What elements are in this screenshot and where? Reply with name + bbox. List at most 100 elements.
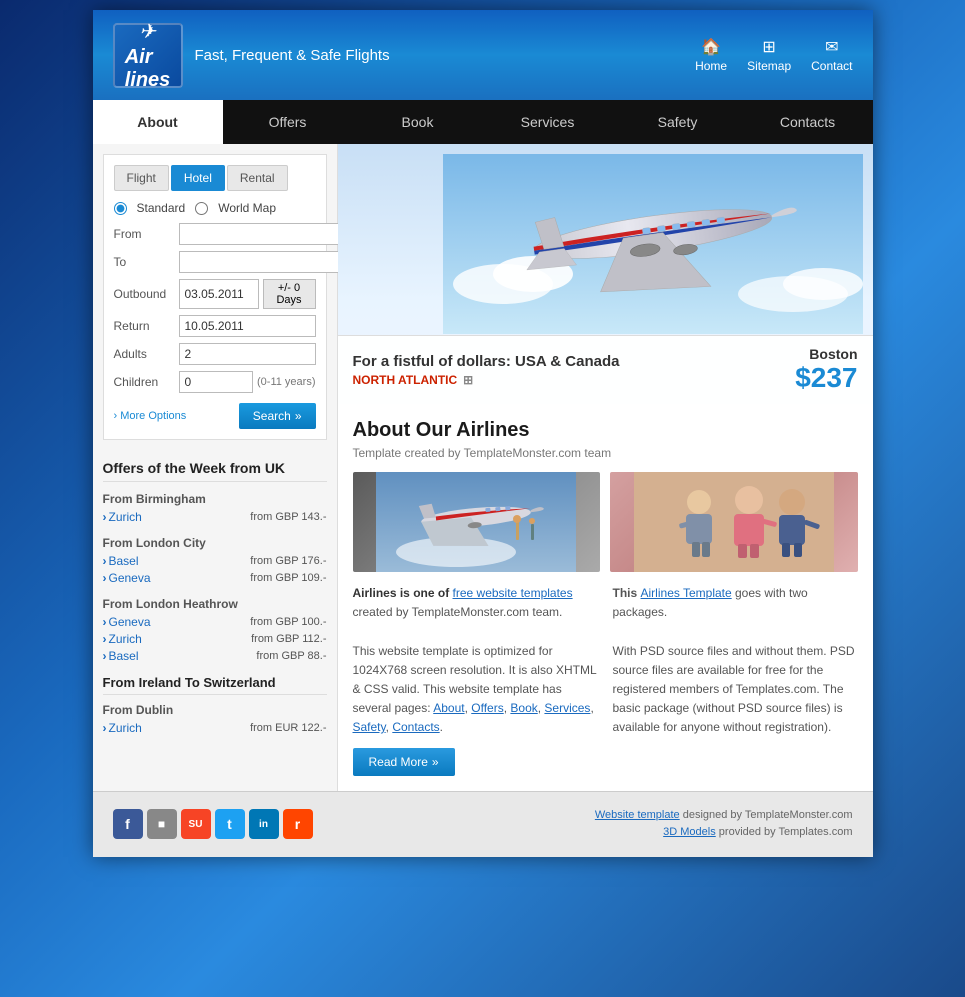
tab-hotel[interactable]: Hotel — [171, 165, 225, 191]
from-input[interactable] — [179, 223, 346, 245]
sitemap-nav-item[interactable]: ⊞ Sitemap — [747, 37, 791, 73]
website-template-link[interactable]: Website template — [595, 809, 680, 821]
about-right-text: This Airlines Template goes with two pac… — [613, 584, 858, 776]
offer-row: Zurich from GBP 112.- — [103, 632, 327, 646]
offer-zurich-link1[interactable]: Zurich — [103, 510, 142, 524]
read-more-button[interactable]: Read More » — [353, 748, 455, 776]
return-input[interactable] — [179, 315, 316, 337]
offers-section: Offers of the Week from UK From Birmingh… — [93, 450, 337, 757]
hero-section: For a fistful of dollars: USA & Canada N… — [338, 144, 873, 404]
offers-group-dublin-title: From Dublin — [103, 703, 327, 717]
nav-services[interactable]: Services — [483, 100, 613, 144]
about-image-people — [610, 472, 858, 572]
hero-plane-container — [338, 144, 873, 344]
hero-subtitle: NORTH ATLANTIC ⊞ — [353, 373, 620, 387]
offers-title: Offers of the Week from UK — [103, 460, 327, 482]
offer-basel-price2: from GBP 88.- — [256, 650, 326, 662]
adults-row: Adults — [114, 343, 316, 365]
offers-group-birmingham-title: From Birmingham — [103, 492, 327, 506]
outbound-label: Outbound — [114, 287, 179, 301]
about-title: About Our Airlines — [353, 419, 858, 442]
header: ✈ Air lines Fast, Frequent & Safe Flight… — [93, 10, 873, 100]
offer-zurich-link2[interactable]: Zurich — [103, 632, 142, 646]
radio-standard[interactable] — [114, 202, 127, 215]
free-templates-link[interactable]: free website templates — [453, 586, 573, 600]
hero-banner-left: For a fistful of dollars: USA & Canada N… — [353, 353, 620, 387]
left-panel: Flight Hotel Rental Standard World Map F… — [93, 144, 338, 791]
search-footer: › More Options Search » — [114, 403, 316, 429]
home-icon: 🏠 — [701, 37, 721, 57]
offers-link[interactable]: Offers — [471, 701, 503, 715]
facebook-icon[interactable]: f — [113, 809, 143, 839]
offer-row: Basel from GBP 176.- — [103, 554, 327, 568]
logo-box: ✈ Air lines — [113, 23, 183, 88]
expand-icon: ⊞ — [463, 373, 473, 387]
3d-models-link[interactable]: 3D Models — [663, 826, 716, 838]
nav-book[interactable]: Book — [353, 100, 483, 144]
contacts-link[interactable]: Contacts — [392, 720, 439, 734]
nav-safety[interactable]: Safety — [613, 100, 743, 144]
hero-banner-right: Boston $237 — [795, 346, 857, 394]
services-link[interactable]: Services — [544, 701, 590, 715]
offers-group-london-city: From London City Basel from GBP 176.- Ge… — [103, 536, 327, 585]
tab-rental[interactable]: Rental — [227, 165, 288, 191]
linkedin-icon[interactable]: in — [249, 809, 279, 839]
about-left-bold: Airlines is one of — [353, 586, 453, 600]
adults-label: Adults — [114, 347, 179, 361]
people-image-placeholder — [610, 472, 858, 572]
offer-geneva-price2: from GBP 100.- — [250, 616, 326, 628]
header-nav: 🏠 Home ⊞ Sitemap ✉ Contact — [695, 37, 852, 73]
read-more-icon: » — [432, 755, 439, 769]
nav-offers[interactable]: Offers — [223, 100, 353, 144]
book-link[interactable]: Book — [510, 701, 537, 715]
contact-nav-item[interactable]: ✉ Contact — [811, 37, 852, 73]
search-button[interactable]: Search » — [239, 403, 316, 429]
children-input[interactable] — [179, 371, 254, 393]
offers-group-heathrow-title: From London Heathrow — [103, 597, 327, 611]
days-button[interactable]: +/- 0 Days — [263, 279, 316, 309]
footer-line1-text: designed by TemplateMonster.com — [683, 809, 853, 821]
tab-flight[interactable]: Flight — [114, 165, 169, 191]
stumbleupon-icon[interactable]: SU — [181, 809, 211, 839]
reddit-icon[interactable]: r — [283, 809, 313, 839]
from-row: From — [114, 223, 316, 245]
offer-geneva-link1[interactable]: Geneva — [103, 571, 151, 585]
logo-text: Air lines — [125, 46, 171, 92]
right-panel: For a fistful of dollars: USA & Canada N… — [338, 144, 873, 791]
nav-contacts[interactable]: Contacts — [743, 100, 873, 144]
to-row: To — [114, 251, 316, 273]
offers-group-dublin: From Dublin Zurich from EUR 122.- — [103, 703, 327, 735]
contact-nav-label: Contact — [811, 59, 852, 73]
offer-zurich-link3[interactable]: Zurich — [103, 721, 142, 735]
radio-worldmap[interactable] — [195, 202, 208, 215]
airlines-template-link[interactable]: Airlines Template — [641, 586, 732, 600]
to-input[interactable] — [179, 251, 346, 273]
delicious-icon[interactable]: ■ — [147, 809, 177, 839]
offer-basel-link2[interactable]: Basel — [103, 649, 139, 663]
about-left-para: This website template is optimized for 1… — [353, 642, 598, 738]
safety-link[interactable]: Safety — [353, 720, 386, 734]
tagline: Fast, Frequent & Safe Flights — [195, 47, 390, 64]
offer-basel-link1[interactable]: Basel — [103, 554, 139, 568]
home-nav-item[interactable]: 🏠 Home — [695, 37, 727, 73]
from-label: From — [114, 227, 179, 241]
about-link[interactable]: About — [433, 701, 464, 715]
search-arrow-icon: » — [295, 409, 302, 423]
offer-zurich-price2: from GBP 112.- — [251, 633, 326, 645]
sitemap-icon: ⊞ — [762, 37, 775, 57]
plane-image-placeholder — [353, 472, 601, 572]
offer-geneva-link2[interactable]: Geneva — [103, 615, 151, 629]
adults-input[interactable] — [179, 343, 316, 365]
outbound-input[interactable] — [179, 279, 259, 309]
twitter-icon[interactable]: t — [215, 809, 245, 839]
logo-area: ✈ Air lines Fast, Frequent & Safe Flight… — [113, 23, 390, 88]
nav-about[interactable]: About — [93, 100, 223, 144]
radio-standard-label: Standard — [137, 201, 186, 215]
plane-icon: ✈ — [139, 19, 156, 44]
about-subtitle: Template created by TemplateMonster.com … — [353, 446, 858, 460]
about-left-text: Airlines is one of free website template… — [353, 584, 598, 776]
hero-price: $237 — [795, 362, 857, 394]
offer-zurich-price3: from EUR 122.- — [250, 722, 326, 734]
outbound-date-group: +/- 0 Days — [179, 279, 316, 309]
more-options-link[interactable]: › More Options — [114, 410, 187, 422]
